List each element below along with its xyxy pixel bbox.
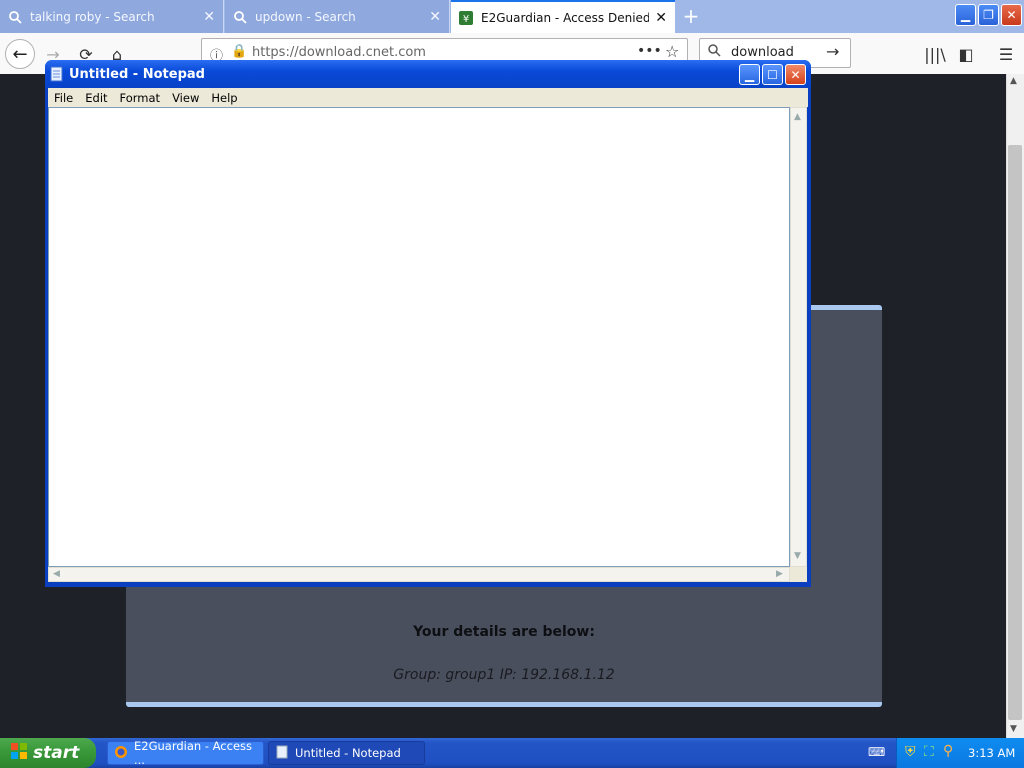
- close-tab-icon[interactable]: ✕: [203, 9, 215, 25]
- menu-edit[interactable]: Edit: [79, 91, 113, 105]
- notepad-menu-bar: File Edit Format View Help: [48, 88, 808, 107]
- taskbar-item-label: Untitled - Notepad: [295, 746, 401, 760]
- tab-label: talking roby - Search: [30, 9, 155, 24]
- notepad-minimize-button[interactable]: ▁: [739, 64, 760, 85]
- scroll-down-arrow-icon[interactable]: ▼: [1010, 724, 1017, 734]
- notepad-app-icon: [50, 66, 64, 85]
- tab-label: E2Guardian - Access Denied: [481, 10, 650, 25]
- close-tab-icon[interactable]: ✕: [655, 10, 667, 26]
- tab-label: updown - Search: [255, 9, 356, 24]
- browser-close-button[interactable]: ✕: [1001, 4, 1022, 26]
- menu-file[interactable]: File: [48, 91, 79, 105]
- taskbar-item-label: E2Guardian - Access ...: [134, 739, 253, 767]
- lock-icon: 🔒: [231, 44, 248, 59]
- notepad-text-area[interactable]: [48, 107, 790, 567]
- back-button[interactable]: ←: [5, 39, 35, 69]
- browser-minimize-button[interactable]: ▁: [955, 4, 976, 26]
- windows-logo-icon: [10, 742, 28, 765]
- tab-talking-roby-search[interactable]: talking roby - Search ✕: [0, 0, 224, 33]
- notepad-scroll-left-icon[interactable]: ◀: [53, 569, 60, 579]
- menu-view[interactable]: View: [166, 91, 205, 105]
- sidebar-icon[interactable]: ◧: [955, 43, 977, 65]
- tab-updown-search[interactable]: updown - Search ✕: [225, 0, 450, 33]
- details-group-ip: Group: group1 IP: 192.168.1.12: [393, 667, 615, 683]
- notepad-horizontal-scrollbar[interactable]: [48, 567, 790, 582]
- close-tab-icon[interactable]: ✕: [429, 9, 441, 25]
- search-input[interactable]: download: [731, 45, 794, 60]
- taskbar-item-e2guardian[interactable]: E2Guardian - Access ...: [107, 739, 264, 767]
- page-scrollbar-thumb[interactable]: [1008, 145, 1022, 720]
- url-text[interactable]: https://download.cnet.com: [252, 45, 426, 60]
- notepad-scroll-up-icon[interactable]: ▲: [794, 112, 801, 122]
- search-icon: [707, 43, 721, 60]
- search-go-icon[interactable]: →: [826, 42, 839, 61]
- start-label: start: [33, 743, 80, 763]
- keyboard-icon[interactable]: ⌨: [868, 745, 886, 761]
- menu-icon[interactable]: ☰: [995, 43, 1017, 65]
- browser-restore-button[interactable]: ❐: [978, 4, 999, 26]
- bookmark-star-icon[interactable]: ☆: [665, 42, 679, 61]
- notepad-maximize-button[interactable]: ☐: [762, 64, 783, 85]
- notepad-scroll-down-icon[interactable]: ▼: [794, 551, 801, 561]
- search-tray-icon[interactable]: ⚲: [943, 743, 953, 759]
- new-tab-button[interactable]: +: [681, 4, 701, 28]
- notepad-close-button[interactable]: ✕: [785, 64, 806, 85]
- notepad-vertical-scrollbar[interactable]: [790, 107, 807, 567]
- scroll-up-arrow-icon[interactable]: ▲: [1010, 76, 1017, 86]
- notepad-resize-grip-icon[interactable]: [790, 567, 807, 582]
- details-heading: Your details are below:: [413, 624, 595, 640]
- start-button[interactable]: start: [0, 738, 96, 768]
- library-icon[interactable]: |||\: [924, 43, 946, 65]
- menu-format[interactable]: Format: [114, 91, 167, 105]
- notepad-title: Untitled - Notepad: [69, 67, 205, 82]
- e2guardian-favicon-icon: ¥: [459, 10, 473, 25]
- notepad-scroll-right-icon[interactable]: ▶: [776, 569, 783, 579]
- taskbar-item-notepad[interactable]: Untitled - Notepad: [268, 741, 425, 765]
- svg-text:¥: ¥: [463, 14, 469, 25]
- security-shield-icon[interactable]: ⛨: [905, 744, 916, 760]
- network-icon[interactable]: ⛶: [924, 744, 934, 760]
- tab-e2guardian-access-denied[interactable]: ¥ E2Guardian - Access Denied ✕: [451, 0, 675, 33]
- page-actions-icon[interactable]: •••: [637, 43, 662, 59]
- menu-help[interactable]: Help: [205, 91, 243, 105]
- clock[interactable]: 3:13 AM: [968, 746, 1015, 760]
- notepad-app-icon: [275, 745, 289, 762]
- browser-app-icon: [114, 745, 128, 762]
- search-icon: [233, 10, 247, 24]
- search-icon: [8, 10, 22, 24]
